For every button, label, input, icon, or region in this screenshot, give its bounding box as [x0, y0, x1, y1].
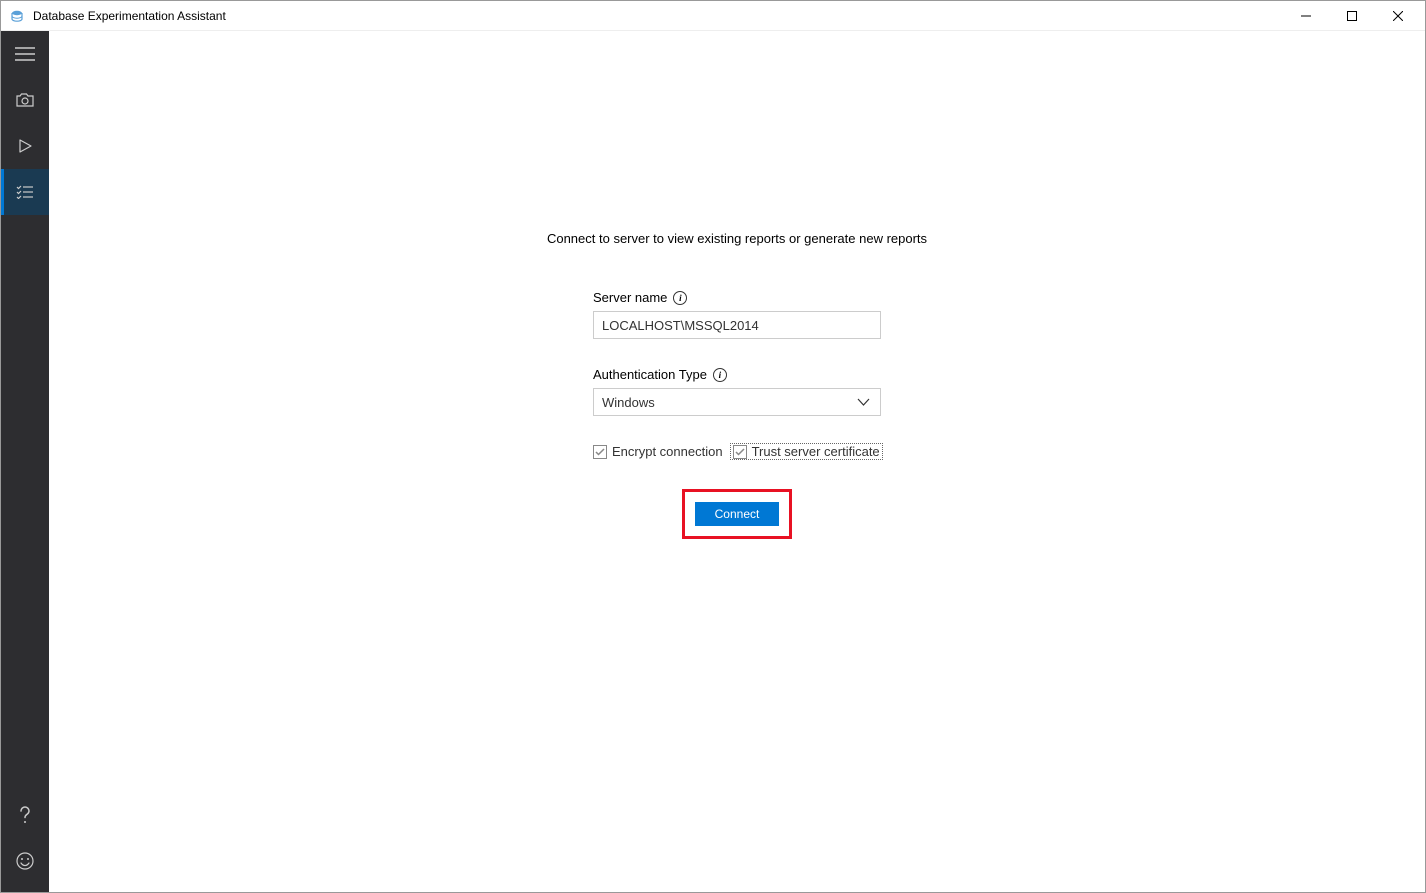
- hamburger-icon: [15, 47, 35, 61]
- sidebar-item-feedback[interactable]: [1, 838, 49, 884]
- auth-type-select[interactable]: Windows: [593, 388, 881, 416]
- server-name-label: Server name i: [593, 290, 881, 305]
- titlebar: Database Experimentation Assistant: [1, 1, 1425, 31]
- auth-type-value: Windows: [602, 395, 856, 410]
- info-icon[interactable]: i: [673, 291, 687, 305]
- camera-icon: [16, 93, 34, 107]
- smile-icon: [16, 852, 34, 870]
- minimize-icon: [1301, 11, 1311, 21]
- highlight-annotation: Connect: [682, 489, 792, 539]
- window-controls: [1283, 1, 1421, 31]
- window-title: Database Experimentation Assistant: [33, 9, 1283, 23]
- app-icon: [9, 8, 25, 24]
- maximize-icon: [1347, 11, 1357, 21]
- maximize-button[interactable]: [1329, 1, 1375, 31]
- close-button[interactable]: [1375, 1, 1421, 31]
- app-window: Database Experimentation Assistant: [0, 0, 1426, 893]
- sidebar-item-menu[interactable]: [1, 31, 49, 77]
- encrypt-checkbox[interactable]: Encrypt connection: [593, 444, 723, 459]
- play-icon: [18, 139, 32, 153]
- sidebar-item-reports[interactable]: [1, 169, 49, 215]
- chevron-down-icon: [856, 394, 872, 410]
- connection-form: Connect to server to view existing repor…: [547, 231, 927, 539]
- connect-button[interactable]: Connect: [695, 502, 779, 526]
- checkbox-icon: [593, 445, 607, 459]
- instruction-text: Connect to server to view existing repor…: [547, 231, 927, 246]
- checklist-icon: [16, 185, 34, 199]
- info-icon[interactable]: i: [713, 368, 727, 382]
- server-name-input[interactable]: [593, 311, 881, 339]
- sidebar-item-capture[interactable]: [1, 77, 49, 123]
- help-icon: [18, 805, 32, 825]
- checkbox-icon: [733, 445, 747, 459]
- minimize-button[interactable]: [1283, 1, 1329, 31]
- auth-type-label: Authentication Type i: [593, 367, 881, 382]
- sidebar: [1, 31, 49, 892]
- sidebar-item-replay[interactable]: [1, 123, 49, 169]
- main-content: Connect to server to view existing repor…: [49, 31, 1425, 892]
- sidebar-item-help[interactable]: [1, 792, 49, 838]
- trust-checkbox[interactable]: Trust server certificate: [730, 443, 883, 460]
- close-icon: [1393, 11, 1403, 21]
